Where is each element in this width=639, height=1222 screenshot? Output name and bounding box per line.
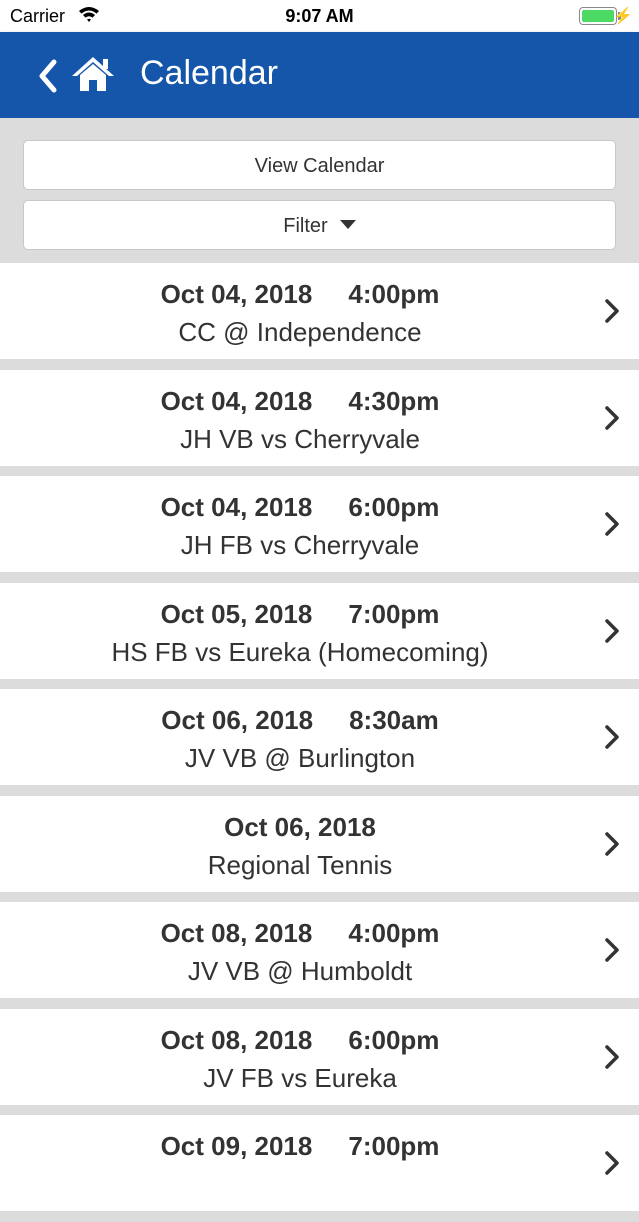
chevron-right-icon	[605, 938, 619, 962]
event-date-time: Oct 06, 2018	[0, 812, 600, 843]
list-item[interactable]: Oct 09, 2018 7:00pm	[0, 1115, 639, 1211]
chevron-right-icon	[605, 1044, 619, 1069]
list-item[interactable]: Oct 06, 2018 8:30am JV VB @ Burlington	[0, 689, 639, 785]
event-date: Oct 04, 2018	[160, 385, 313, 416]
event-date-time: Oct 08, 2018 4:00pm	[0, 918, 600, 949]
event-time: 8:30am	[349, 705, 439, 735]
event-title: JH VB vs Cherryvale	[180, 423, 420, 454]
battery-icon	[579, 7, 617, 25]
list-item[interactable]: Oct 04, 2018 4:30pm JH VB vs Cherryvale	[0, 369, 639, 466]
page-title: Calendar	[140, 54, 278, 92]
charging-icon: ⚡	[613, 8, 633, 25]
event-date: Oct 06, 2018	[224, 811, 376, 842]
list-item[interactable]: Oct 08, 2018 6:00pm JV FB vs Eureka	[0, 1008, 639, 1105]
event-list: Oct 04, 2018 4:00pm CC @ Independence Oct…	[0, 263, 639, 1222]
event-time: 4:00pm	[348, 918, 440, 948]
event-time: 7:00pm	[348, 598, 440, 629]
filter-label: Filter	[283, 215, 328, 237]
event-title: JV FB vs Eureka	[203, 1062, 397, 1093]
chevron-right-icon	[605, 831, 619, 856]
event-date-time: Oct 06, 2018 8:30am	[0, 705, 600, 736]
chevron-right-icon	[605, 725, 619, 749]
list-item[interactable]: Oct 04, 2018 6:00pm JH FB vs Cherryvale	[0, 476, 639, 572]
list-item[interactable]: Oct 04, 2018 4:00pm CC @ Independence	[0, 263, 639, 359]
event-date: Oct 08, 2018	[160, 1024, 313, 1055]
event-date-time: Oct 04, 2018 4:30pm	[0, 386, 600, 417]
caret-down-icon	[339, 220, 356, 230]
chevron-right-icon	[605, 299, 619, 323]
event-date: Oct 04, 2018	[160, 492, 313, 522]
list-item[interactable]: Oct 06, 2018 Regional Tennis	[0, 795, 639, 892]
controls-area: View Calendar Filter	[0, 118, 639, 263]
view-calendar-label: View Calendar	[254, 155, 385, 177]
view-calendar-button[interactable]: View Calendar	[23, 140, 616, 190]
event-title: JV VB @ Humboldt	[187, 956, 413, 986]
list-item[interactable]: Oct 05, 2018 7:00pm HS FB vs Eureka (Home…	[0, 582, 639, 679]
event-time: 6:00pm	[348, 1024, 440, 1055]
list-item[interactable]: Oct 08, 2018 4:00pm JV VB @ Humboldt	[0, 902, 639, 998]
home-icon[interactable]	[70, 54, 116, 94]
event-time: 4:30pm	[348, 385, 440, 416]
event-date-time: Oct 04, 2018 6:00pm	[0, 492, 600, 523]
event-date: Oct 06, 2018	[161, 705, 314, 735]
status-bar: Carrier 9:07 AM ⚡	[0, 0, 639, 32]
event-time: 6:00pm	[348, 492, 440, 522]
chevron-right-icon	[605, 618, 619, 643]
event-title: Regional Tennis	[207, 849, 393, 880]
nav-bar: Calendar	[0, 32, 639, 118]
event-title: CC @ Independence	[178, 317, 422, 347]
event-title: HS FB vs Eureka (Homecoming)	[111, 636, 489, 667]
status-time: 9:07 AM	[285, 6, 354, 26]
filter-button[interactable]: Filter	[23, 200, 616, 250]
event-date: Oct 05, 2018	[160, 598, 313, 629]
back-chevron-icon[interactable]	[34, 56, 60, 96]
event-time: 4:00pm	[348, 279, 440, 309]
event-date-time: Oct 04, 2018 4:00pm	[0, 279, 600, 310]
event-title: JH FB vs Cherryvale	[180, 530, 420, 560]
chevron-right-icon	[605, 1151, 619, 1175]
event-date: Oct 04, 2018	[160, 279, 313, 309]
event-date-time: Oct 08, 2018 6:00pm	[0, 1025, 600, 1056]
event-date: Oct 08, 2018	[160, 918, 313, 948]
event-title: JV VB @ Burlington	[184, 743, 416, 773]
event-date-time: Oct 05, 2018 7:00pm	[0, 599, 600, 630]
chevron-right-icon	[605, 512, 619, 536]
chevron-right-icon	[605, 405, 619, 430]
